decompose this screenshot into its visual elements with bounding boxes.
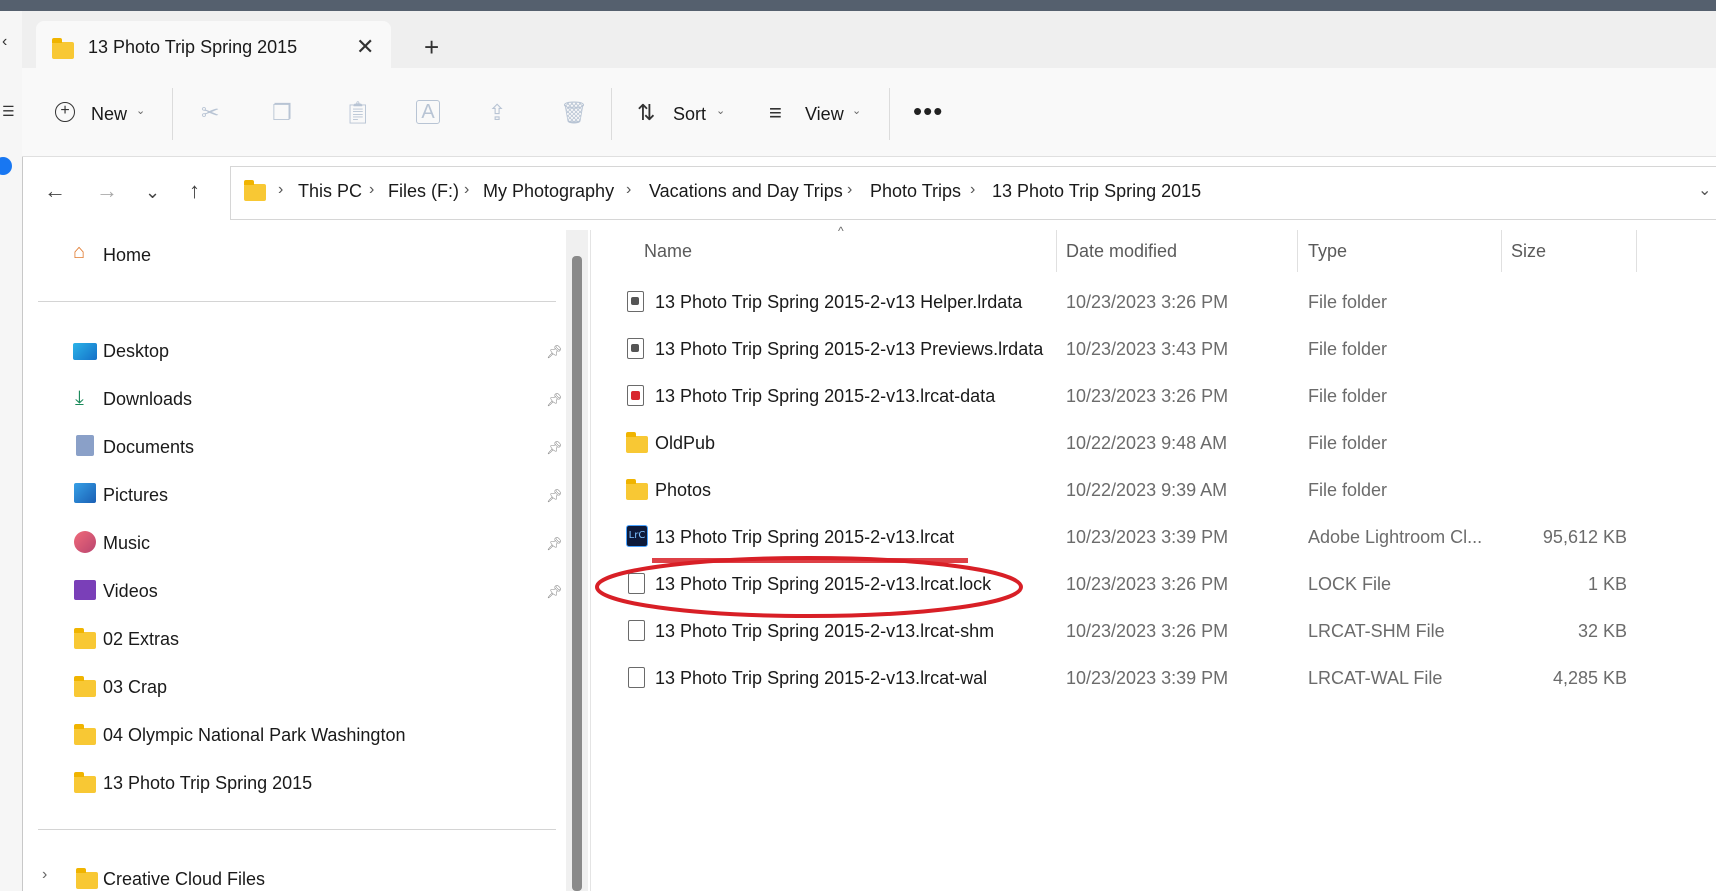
- annotation-circle: [595, 556, 1023, 618]
- annotation-overlay: [595, 556, 1023, 618]
